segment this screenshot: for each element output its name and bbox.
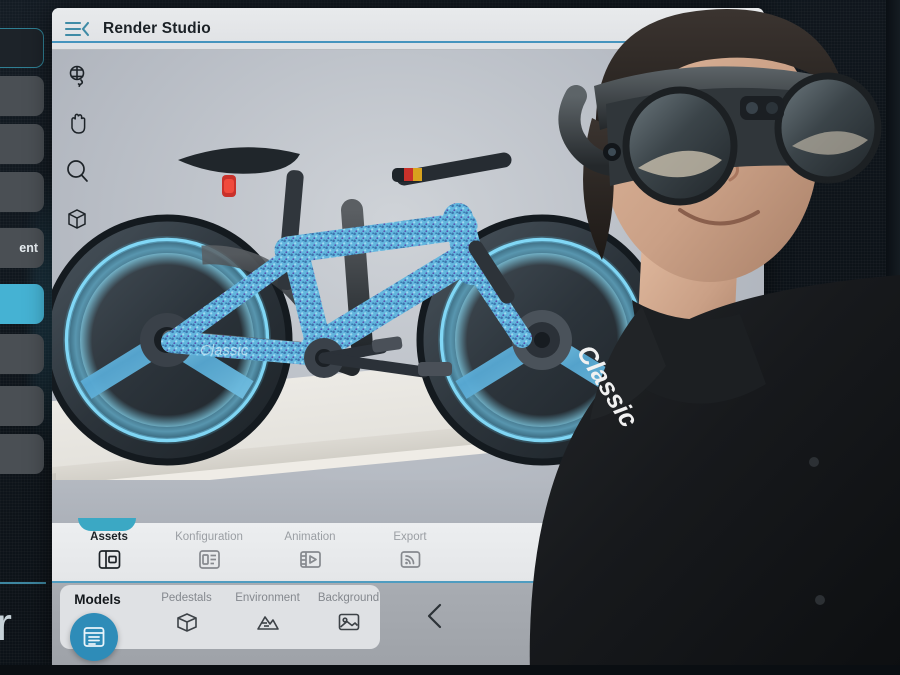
subtab-environment[interactable]: Environment: [230, 592, 305, 634]
panel-layout-icon: [98, 550, 120, 569]
background-wordmark: er: [0, 598, 13, 650]
models-active-button[interactable]: [70, 613, 118, 661]
frame-brand-text: Classic: [200, 342, 249, 359]
list-panel-icon: [198, 550, 220, 569]
broadcast-icon: [400, 551, 420, 568]
subtab-pedestals[interactable]: Pedestals: [149, 592, 224, 634]
subtab-background-label: Background: [317, 592, 380, 604]
background-item-label: ent: [19, 241, 38, 255]
subtab-environment-label: Environment: [235, 592, 300, 604]
background-divider: [0, 582, 46, 584]
background-sidebar[interactable]: ent er: [0, 0, 52, 675]
subtab-background[interactable]: Background: [311, 592, 386, 634]
background-list-item-active[interactable]: [0, 284, 44, 324]
render-studio-window: Render Studio Classic Assets Konfigurati…: [52, 8, 764, 668]
hand-icon[interactable]: [64, 110, 90, 136]
tab-assets[interactable]: Assets: [70, 531, 148, 571]
tab-animation-label: Animation: [284, 531, 336, 543]
app-header: Render Studio: [52, 8, 764, 50]
window-bezel-bottom: [0, 665, 900, 675]
active-tab-indicator: [78, 518, 136, 531]
subtab-pedestals-label: Pedestals: [161, 592, 212, 604]
mountains-icon: [256, 616, 279, 630]
cube-icon[interactable]: [64, 206, 90, 232]
subtab-models[interactable]: Models: [60, 592, 135, 607]
tab-animation[interactable]: Animation: [271, 531, 349, 571]
background-list-item[interactable]: [0, 172, 44, 212]
background-list-item[interactable]: ent: [0, 228, 44, 268]
background-list-item[interactable]: [0, 124, 44, 164]
image-icon: [338, 613, 359, 631]
bicycle-3d-model: Classic: [52, 147, 668, 466]
background-right-edge: [886, 0, 900, 675]
render-viewport[interactable]: Classic: [52, 50, 764, 523]
tab-assets-label: Assets: [90, 531, 128, 543]
app-title: Render Studio: [103, 20, 211, 37]
background-list-item[interactable]: [0, 334, 44, 374]
cube-icon: [176, 613, 197, 632]
background-list-item[interactable]: [0, 28, 44, 68]
tab-konfiguration[interactable]: Konfiguration: [170, 531, 248, 571]
chevron-left-icon[interactable]: [424, 601, 446, 631]
handlebar: [392, 152, 512, 186]
background-list-item[interactable]: [0, 386, 44, 426]
film-play-icon: [299, 551, 321, 568]
secondary-tab-bar[interactable]: Models Pedestals Environment Background: [52, 583, 764, 668]
orbit-icon[interactable]: [64, 62, 90, 88]
background-list-item[interactable]: [0, 76, 44, 116]
magnifier-icon[interactable]: [64, 158, 90, 184]
background-list-item[interactable]: [0, 434, 44, 474]
window-list-icon: [83, 627, 105, 647]
tab-export-label: Export: [393, 531, 427, 543]
primary-tab-bar[interactable]: Assets Konfiguration Animation Export: [52, 518, 764, 583]
collapse-menu-icon[interactable]: [64, 18, 90, 40]
header-accent-rule: [52, 41, 764, 43]
subtab-models-label: Models: [74, 592, 121, 607]
tab-konfiguration-label: Konfiguration: [175, 531, 243, 543]
viewport-tool-rail[interactable]: [58, 62, 96, 232]
tab-export[interactable]: Export: [371, 531, 449, 571]
